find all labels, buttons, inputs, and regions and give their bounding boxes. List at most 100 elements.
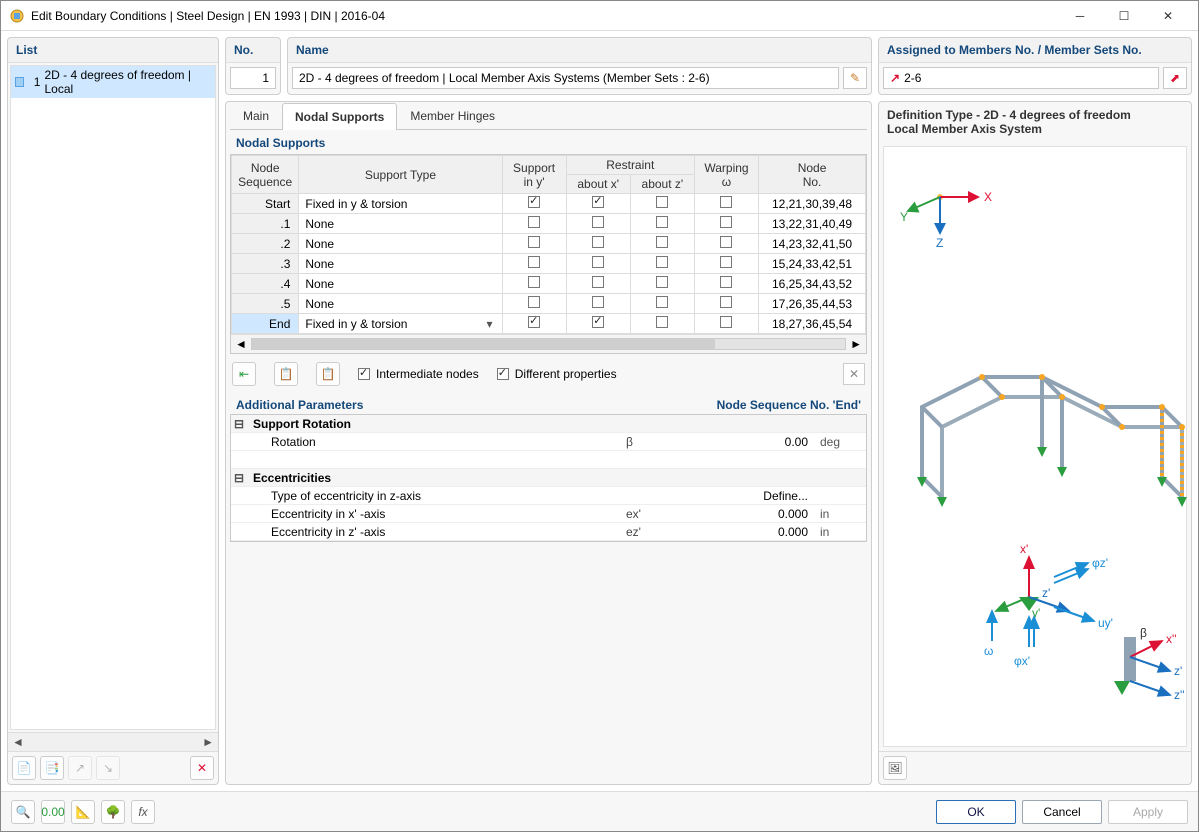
nodal-supports-grid[interactable]: NodeSequence Support Type Supportin y' R… <box>230 154 867 354</box>
checkbox-icon[interactable] <box>720 316 732 328</box>
col-restraint[interactable]: Restraint <box>566 156 694 175</box>
tool-button-4[interactable]: 🌳 <box>101 800 125 824</box>
assigned-input[interactable]: ↗ 2-6 <box>883 67 1159 89</box>
tab-main[interactable]: Main <box>230 102 282 129</box>
copy-up-button[interactable]: 📋 <box>316 362 340 386</box>
col-seq[interactable]: NodeSequence <box>232 156 299 194</box>
copy-down-button[interactable]: 📋 <box>274 362 298 386</box>
list-body[interactable]: 1 2D - 4 degrees of freedom | Local <box>10 65 216 730</box>
checkbox-icon[interactable] <box>656 296 668 308</box>
group-support-rotation[interactable]: ⊟ Support Rotation <box>231 415 866 433</box>
checkbox-icon[interactable] <box>528 276 540 288</box>
different-properties-checkbox[interactable]: Different properties <box>497 367 617 381</box>
checkbox-icon[interactable] <box>656 196 668 208</box>
svg-text:z': z' <box>1042 586 1050 600</box>
apply-button[interactable]: Apply <box>1108 800 1188 824</box>
minimize-button[interactable]: ─ <box>1058 1 1102 31</box>
checkbox-icon[interactable] <box>592 256 604 268</box>
tab-member-hinges[interactable]: Member Hinges <box>397 102 508 129</box>
viewer-panel: Definition Type - 2D - 4 degrees of free… <box>878 101 1192 785</box>
duplicate-item-button[interactable]: 📑 <box>40 756 64 780</box>
name-input[interactable] <box>292 67 839 89</box>
checkbox-icon[interactable] <box>720 276 732 288</box>
collapse-icon[interactable]: ⊟ <box>231 471 247 485</box>
param-ecc-type[interactable]: Type of eccentricity in z-axis Define... <box>231 487 866 505</box>
param-ecc-x[interactable]: Eccentricity in x' -axis ex' 0.000 in <box>231 505 866 523</box>
checkbox-icon[interactable] <box>656 236 668 248</box>
grid-hscroll[interactable]: ◄► <box>231 334 866 353</box>
dialog-footer: 🔍 0.00 📐 🌳 fx OK Cancel Apply <box>1 791 1198 831</box>
checkbox-icon <box>358 368 370 380</box>
list-hscroll[interactable]: ◄► <box>8 732 218 751</box>
table-row[interactable]: StartFixed in y & torsion12,21,30,39,48 <box>232 194 866 214</box>
checkbox-icon[interactable] <box>592 196 604 208</box>
pick-members-button[interactable]: ⬈ <box>1163 67 1187 89</box>
checkbox-icon[interactable] <box>528 236 540 248</box>
maximize-button[interactable]: ☐ <box>1102 1 1146 31</box>
checkbox-icon[interactable] <box>656 256 668 268</box>
checkbox-icon[interactable] <box>656 216 668 228</box>
clear-button[interactable]: ✕ <box>843 363 865 385</box>
checkbox-icon[interactable] <box>592 236 604 248</box>
assigned-label: Assigned to Members No. / Member Sets No… <box>879 38 1191 63</box>
checkbox-icon[interactable] <box>720 236 732 248</box>
go-start-button[interactable]: ⇤ <box>232 362 256 386</box>
edit-name-button[interactable]: ✎ <box>843 67 867 89</box>
collapse-icon[interactable]: ⊟ <box>231 417 247 431</box>
table-row[interactable]: .2None14,23,32,41,50 <box>232 234 866 254</box>
new-item-button[interactable]: 📄 <box>12 756 36 780</box>
checkbox-icon[interactable] <box>528 296 540 308</box>
checkbox-icon[interactable] <box>720 296 732 308</box>
param-ecc-z[interactable]: Eccentricity in z' -axis ez' 0.000 in <box>231 523 866 541</box>
viewer-toolbar: 🖼 <box>879 751 1191 784</box>
table-row[interactable]: .4None16,25,34,43,52 <box>232 274 866 294</box>
tool-button-3[interactable]: 📐 <box>71 800 95 824</box>
col-about-x[interactable]: about x' <box>566 175 630 194</box>
intermediate-nodes-checkbox[interactable]: Intermediate nodes <box>358 367 479 381</box>
checkbox-icon[interactable] <box>592 316 604 328</box>
col-node-no[interactable]: NodeNo. <box>759 156 866 194</box>
svg-text:uy': uy' <box>1098 616 1113 630</box>
help-button[interactable]: 🔍 <box>11 800 35 824</box>
checkbox-icon[interactable] <box>528 316 540 328</box>
group-eccentricities[interactable]: ⊟ Eccentricities <box>231 469 866 487</box>
cancel-button[interactable]: Cancel <box>1022 800 1102 824</box>
list-item[interactable]: 1 2D - 4 degrees of freedom | Local <box>11 66 215 98</box>
checkbox-icon[interactable] <box>528 256 540 268</box>
name-label: Name <box>288 38 871 63</box>
ok-button[interactable]: OK <box>936 800 1016 824</box>
viewer-settings-button[interactable]: 🖼 <box>883 756 907 780</box>
param-rotation[interactable]: Rotation β 0.00 deg <box>231 433 866 451</box>
checkbox-icon[interactable] <box>592 216 604 228</box>
table-row[interactable]: .3None15,24,33,42,51 <box>232 254 866 274</box>
close-button[interactable]: ✕ <box>1146 1 1190 31</box>
col-support-y[interactable]: Supportin y' <box>502 156 566 194</box>
tab-nodal-supports[interactable]: Nodal Supports <box>282 103 397 130</box>
params-grid[interactable]: ⊟ Support Rotation Rotation β 0.00 deg ⊟… <box>230 414 867 542</box>
toolbar-btn-4[interactable]: ↘ <box>96 756 120 780</box>
checkbox-icon[interactable] <box>720 256 732 268</box>
chevron-down-icon[interactable]: ▾ <box>482 317 498 331</box>
viewer-canvas[interactable]: X Y Z <box>883 146 1187 747</box>
checkbox-icon[interactable] <box>528 196 540 208</box>
checkbox-icon[interactable] <box>720 216 732 228</box>
checkbox-icon[interactable] <box>592 276 604 288</box>
list-item-no: 1 <box>28 75 40 89</box>
checkbox-icon[interactable] <box>720 196 732 208</box>
table-row[interactable]: .5None17,26,35,44,53 <box>232 294 866 314</box>
global-axes-icon: X Y Z <box>900 177 1000 257</box>
checkbox-icon[interactable] <box>656 316 668 328</box>
col-about-z[interactable]: about z' <box>630 175 694 194</box>
tool-button-5[interactable]: fx <box>131 800 155 824</box>
checkbox-icon[interactable] <box>592 296 604 308</box>
checkbox-icon[interactable] <box>528 216 540 228</box>
table-row[interactable]: .1None13,22,31,40,49 <box>232 214 866 234</box>
col-type[interactable]: Support Type <box>299 156 502 194</box>
checkbox-icon[interactable] <box>656 276 668 288</box>
toolbar-btn-3[interactable]: ↗ <box>68 756 92 780</box>
no-input[interactable] <box>230 67 276 89</box>
col-warping[interactable]: Warpingω <box>694 156 758 194</box>
table-row[interactable]: EndFixed in y & torsion▾18,27,36,45,54 <box>232 314 866 334</box>
delete-item-button[interactable]: ✕ <box>190 756 214 780</box>
units-button[interactable]: 0.00 <box>41 800 65 824</box>
